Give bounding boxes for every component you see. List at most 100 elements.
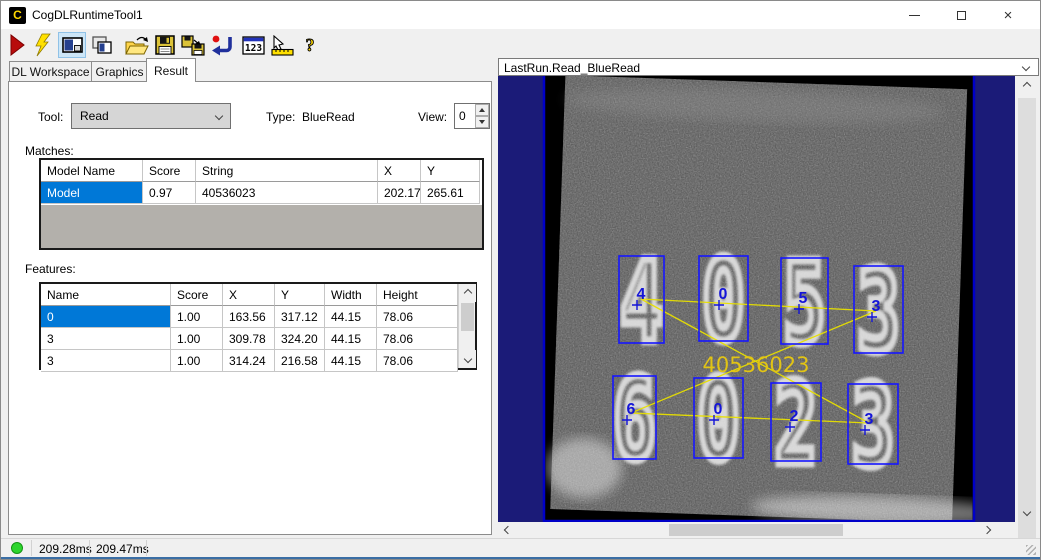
scroll-down-button[interactable] (1015, 504, 1039, 520)
column-header[interactable]: Model Name (41, 160, 143, 182)
column-header[interactable]: Score (143, 160, 196, 182)
column-header[interactable]: Y (275, 284, 325, 306)
features-scroll-thumb[interactable] (461, 303, 474, 331)
vertical-scroll-thumb[interactable] (1018, 98, 1036, 538)
matches-body: Model 0.97 40536023 202.17 265.61 (41, 182, 482, 204)
chevron-down-icon (1022, 507, 1032, 517)
svg-text:2: 2 (790, 408, 799, 425)
reset-arrow-icon (211, 35, 232, 56)
column-header[interactable]: Y (421, 160, 480, 182)
scroll-up-button[interactable] (1015, 78, 1039, 94)
table-cell[interactable]: 78.06 (377, 306, 458, 328)
table-cell[interactable]: 0.97 (143, 182, 196, 204)
chevron-down-icon (1021, 62, 1031, 72)
table-cell[interactable]: 202.17 (378, 182, 421, 204)
table-cell[interactable]: 324.20 (275, 328, 325, 350)
status-separator (146, 540, 147, 556)
table-cell[interactable]: 1.00 (171, 328, 223, 350)
table-cell[interactable]: 44.15 (325, 306, 377, 328)
table-cell[interactable]: 0 (41, 306, 171, 328)
table-cell[interactable]: 317.12 (275, 306, 325, 328)
tab-result[interactable]: Result (146, 58, 196, 82)
table-cell[interactable]: 44.15 (325, 350, 377, 372)
svg-text:2: 2 (774, 361, 817, 491)
tab-graphics[interactable]: Graphics (91, 61, 148, 82)
windows-button[interactable] (89, 32, 115, 58)
features-scroll-down-button[interactable] (459, 350, 476, 368)
chevron-up-icon (1022, 81, 1032, 91)
table-row: 3 1.00 309.78 324.20 44.15 78.06 (41, 328, 475, 350)
close-icon: × (1003, 6, 1013, 24)
scroll-left-button[interactable] (500, 522, 516, 538)
window-title: CogDLRuntimeTool1 (32, 8, 143, 22)
title-bar: C CogDLRuntimeTool1 × (1, 1, 1040, 29)
help-icon: ? (305, 35, 315, 56)
app-logo-icon: C (9, 7, 26, 24)
table-cell[interactable]: 309.78 (223, 328, 275, 350)
view-spin-down-button[interactable] (475, 116, 489, 128)
open-button[interactable] (122, 32, 150, 58)
image-display-button[interactable] (58, 32, 86, 58)
image-display-icon (61, 36, 83, 53)
windows-icon (91, 35, 112, 54)
svg-text:6: 6 (627, 401, 636, 418)
column-header[interactable]: Width (325, 284, 377, 306)
view-spin-up-button[interactable] (475, 104, 489, 116)
display-vertical-scrollbar[interactable] (1015, 76, 1039, 538)
table-cell[interactable]: 44.15 (325, 328, 377, 350)
column-header[interactable]: String (196, 160, 378, 182)
chevron-up-icon (463, 288, 472, 298)
table-cell[interactable]: 78.06 (377, 328, 458, 350)
measure-button[interactable] (268, 32, 296, 58)
tool-combobox[interactable]: Read (71, 103, 231, 129)
help-button[interactable]: ? (299, 32, 321, 58)
numeric-123-text: 123 (244, 43, 261, 54)
view-label: View: (418, 110, 448, 124)
table-cell[interactable]: 265.61 (421, 182, 480, 204)
resize-grip[interactable] (1026, 545, 1036, 555)
table-cell[interactable]: Model (41, 182, 143, 204)
save-as-button[interactable] (179, 32, 207, 58)
table-cell[interactable]: 1.00 (171, 350, 223, 372)
minimize-button[interactable] (891, 1, 937, 29)
scroll-right-button[interactable] (979, 522, 995, 538)
close-button[interactable]: × (985, 1, 1031, 29)
status-bar: 209.28ms 209.47ms (1, 538, 1040, 557)
spin-down-icon (479, 120, 485, 124)
save-button[interactable] (152, 32, 177, 58)
table-cell[interactable]: 3 (41, 328, 171, 350)
features-scrollbar[interactable] (458, 284, 476, 368)
open-folder-icon (124, 36, 149, 54)
measure-ruler-icon (270, 34, 294, 56)
maximize-button[interactable] (938, 1, 984, 29)
table-cell[interactable]: 3 (41, 350, 171, 372)
status-time-2: 209.47ms (96, 542, 149, 556)
table-cell[interactable]: 1.00 (171, 306, 223, 328)
type-label: Type: (266, 110, 296, 124)
column-header[interactable]: X (378, 160, 421, 182)
column-header[interactable]: Score (171, 284, 223, 306)
column-header[interactable]: Name (41, 284, 171, 306)
table-cell[interactable]: 78.06 (377, 350, 458, 372)
app-window: C CogDLRuntimeTool1 × 123 ? DL Workspace… (0, 0, 1041, 560)
image-display[interactable]: 40536023 40536023 40536023 (498, 76, 1015, 522)
table-cell[interactable]: 163.56 (223, 306, 275, 328)
view-spinner[interactable]: 0 (454, 103, 490, 129)
numeric-results-button[interactable]: 123 (240, 32, 266, 58)
table-cell[interactable]: 216.58 (275, 350, 325, 372)
reset-button[interactable] (208, 32, 236, 58)
live-run-button[interactable] (32, 32, 54, 58)
column-header[interactable]: Height (377, 284, 458, 306)
features-scroll-up-button[interactable] (459, 284, 476, 302)
run-button[interactable] (7, 32, 27, 58)
horizontal-scroll-thumb[interactable] (669, 524, 843, 536)
status-ok-indicator (11, 542, 23, 554)
table-cell[interactable]: 40536023 (196, 182, 378, 204)
tab-dl-workspace[interactable]: DL Workspace (9, 61, 92, 82)
column-header[interactable]: X (223, 284, 275, 306)
save-icon (154, 35, 175, 55)
display-source-combobox[interactable]: LastRun.Read_BlueRead (498, 58, 1039, 76)
table-cell[interactable]: 314.24 (223, 350, 275, 372)
display-horizontal-scrollbar[interactable] (498, 522, 1015, 538)
minimize-icon (908, 14, 920, 16)
